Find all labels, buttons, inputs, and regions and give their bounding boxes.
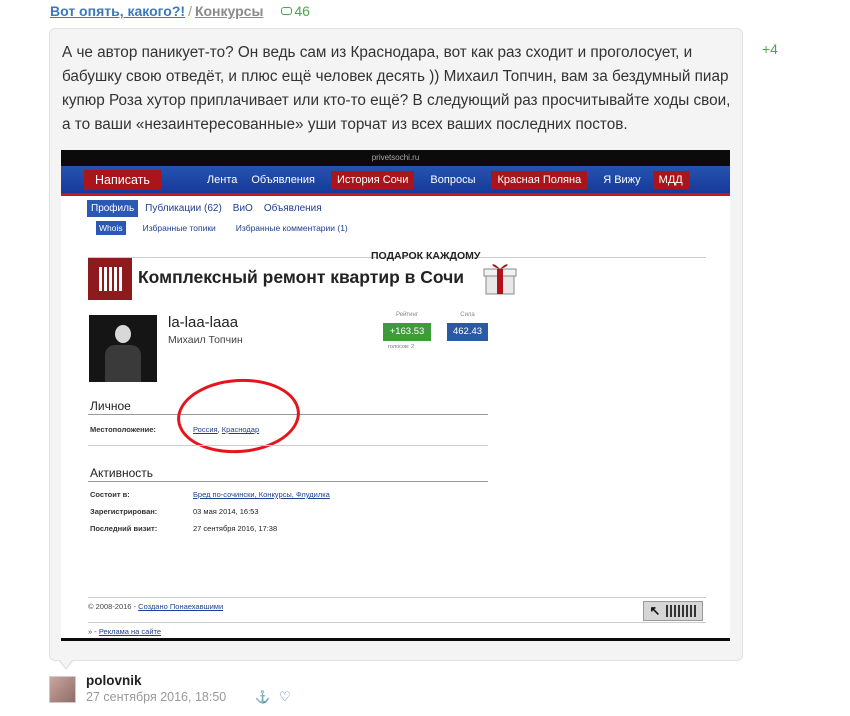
screenshot-nav-item: Объявления [251,173,315,186]
screenshot-bottom-bar [61,638,730,641]
member-label: Состоит в: [90,490,130,499]
screenshot-footer-ad: » - Реклама на сайте [88,627,161,636]
screenshot-nav-item: МДД [652,170,689,189]
footer-logo-icon: ↖ [643,601,703,621]
heart-icon[interactable]: ♡ [279,689,291,705]
member-value: Бред по-сочински, Конкурсы, Флудилка [193,490,330,499]
screenshot-subtabs: Whois Избранные топики Избранные коммент… [96,221,365,235]
screenshot-nav-item: Лента [206,173,238,186]
rating-value: +163.53 [383,323,431,341]
comment-date: 27 сентября 2016, 18:50 [86,690,227,704]
post-header: Вот опять, какого?! / Конкурсы 46 [50,3,310,19]
author-name-link[interactable]: polovnik [86,673,142,688]
anchor-icon[interactable]: ⚓ [255,690,270,704]
screenshot-nav-item: История Сочи [331,170,415,189]
screenshot-footer-copyright: © 2008-2016 - Создано Понаехавшими [88,602,223,611]
comments-count-link[interactable]: 46 [281,3,310,19]
divider [88,481,488,482]
comments-count: 46 [294,3,310,19]
breadcrumb-separator: / [188,3,192,19]
author-avatar[interactable] [49,676,76,703]
screenshot-nav-underline [61,193,730,196]
personal-heading: Личное [90,399,131,413]
rating-label: Рейтинг [395,312,419,318]
screenshot-tab: Профиль [87,200,139,217]
screenshot-site-url: privetsochi.ru [61,150,730,166]
divider [88,622,706,623]
gift-box-icon [483,264,517,295]
screenshot-ad-banner: Комплексный ремонт квартир в Сочи ПОДАРО… [88,250,517,302]
screenshot-username: la-laa-laaa [168,314,239,331]
power-label: Сила [460,312,475,318]
ad-prefix: » - [88,627,97,636]
banner-logo-icon [88,258,132,300]
divider [88,445,488,446]
embedded-screenshot: privetsochi.ru Написать Лента Объявления… [61,150,730,641]
activity-heading: Активность [90,466,154,480]
screenshot-subtab: Whois [96,221,126,235]
copyright-text: © 2008-2016 - [88,602,137,611]
votes-count: голосов: 2 [388,344,415,350]
screenshot-avatar [89,315,157,382]
screenshot-nav-item: Красная Поляна [491,170,588,189]
comment-bubble-icon [281,7,293,15]
comment-tail [59,660,73,670]
divider [88,597,706,598]
screenshot-write-button: Написать [84,169,161,190]
created-by-link: Создано Понаехавшими [138,602,224,611]
registered-label: Зарегистрирован: [90,507,158,516]
post-title-link[interactable]: Вот опять, какого?! [50,3,185,19]
screenshot-tab: ВиО [232,203,253,214]
screenshot-subtab: Избранные топики [142,223,216,233]
screenshot-tab: Объявления [263,203,322,214]
screenshot-fullname: Михаил Топчин [168,334,243,346]
power-value: 462.43 [447,323,488,341]
registered-value: 03 мая 2014, 16:53 [193,507,259,516]
location-label: Местоположение: [90,425,156,434]
screenshot-nav: Написать Лента Объявления История Сочи В… [61,166,730,193]
banner-text: Комплексный ремонт квартир в Сочи [138,267,465,287]
screenshot-nav-item: Вопросы [430,173,476,186]
banner-gift-label: ПОДАРОК КАЖДОМУ [371,250,481,262]
last-visit-value: 27 сентября 2016, 17:38 [193,524,278,533]
ad-link: Реклама на сайте [98,627,162,636]
screenshot-nav-item: Я Вижу [603,173,641,186]
screenshot-subtab: Избранные комментарии (1) [235,223,348,233]
screenshot-tab: Публикации (62) [145,203,222,214]
category-link[interactable]: Конкурсы [195,3,263,19]
screenshot-tabs: Профиль Публикации (62) ВиО Объявления [87,200,329,217]
comment-text: А че автор паникует-то? Он ведь сам из К… [62,44,731,133]
comment-rating: +4 [762,41,778,57]
last-visit-label: Последний визит: [90,524,158,533]
